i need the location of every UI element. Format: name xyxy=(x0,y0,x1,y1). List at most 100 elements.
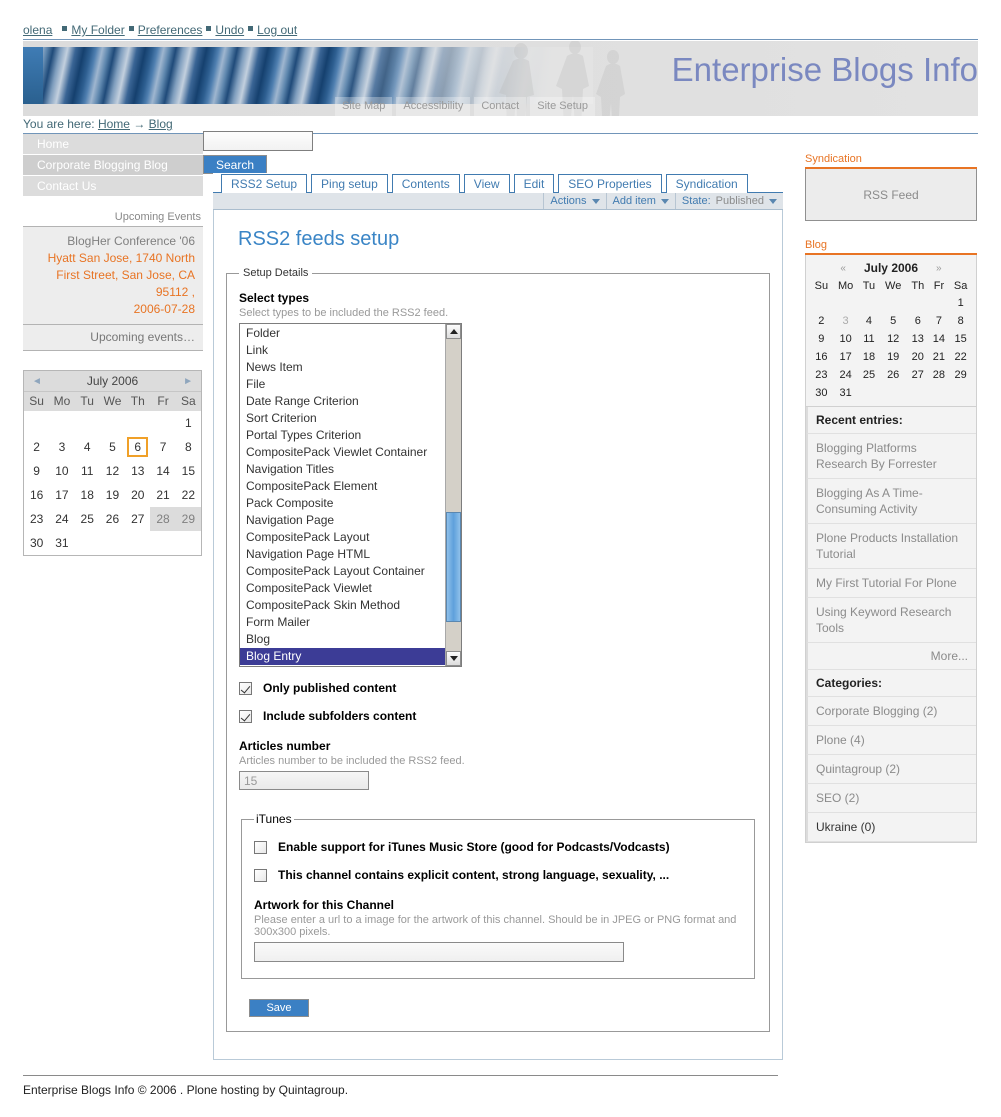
tab-ping-setup[interactable]: Ping setup xyxy=(311,174,388,193)
list-item[interactable]: Folder xyxy=(240,325,461,342)
calendar-day[interactable]: 16 xyxy=(810,348,833,366)
calendar-day[interactable]: 12 xyxy=(100,459,125,483)
calendar-day[interactable]: 10 xyxy=(833,330,859,348)
scrollbar-thumb[interactable] xyxy=(446,512,461,622)
list-item[interactable]: CompositePack Skin Method xyxy=(240,597,461,614)
calendar-day[interactable]: 12 xyxy=(879,330,907,348)
itunes-explicit-checkbox[interactable] xyxy=(254,868,267,882)
list-item[interactable]: Navigation Titles xyxy=(240,461,461,478)
tab-view[interactable]: View xyxy=(463,174,510,193)
calendar-day[interactable]: 24 xyxy=(833,366,859,384)
calendar-day[interactable]: 1 xyxy=(949,294,972,312)
calendar-day[interactable]: 18 xyxy=(858,348,879,366)
calendar-day[interactable]: 4 xyxy=(75,435,100,459)
calendar-day[interactable]: 20 xyxy=(907,348,929,366)
include-subfolders-row[interactable]: Include subfolders content xyxy=(239,709,757,723)
blog-calendar-next-icon[interactable]: » xyxy=(936,263,942,274)
list-item[interactable]: Link xyxy=(240,342,461,359)
recent-entries-more-link[interactable]: More... xyxy=(806,643,976,670)
calendar-day[interactable]: 9 xyxy=(24,459,49,483)
calendar-day[interactable]: 29 xyxy=(175,507,201,531)
calendar-day[interactable]: 4 xyxy=(858,312,879,330)
calendar-day[interactable]: 8 xyxy=(949,312,972,330)
calendar-day[interactable]: 15 xyxy=(176,459,201,483)
calendar-day[interactable]: 25 xyxy=(858,366,879,384)
calendar-day[interactable]: 18 xyxy=(75,483,100,507)
calendar-day[interactable]: 30 xyxy=(24,531,49,555)
category-link[interactable]: Plone (4) xyxy=(806,726,976,755)
personalbar-user-link[interactable]: olena xyxy=(23,23,52,37)
listbox-scrollbar[interactable] xyxy=(445,324,461,666)
calendar-day[interactable]: 17 xyxy=(833,348,859,366)
itunes-enable-checkbox[interactable] xyxy=(254,840,267,854)
itunes-explicit-row[interactable]: This channel contains explicit content, … xyxy=(254,868,742,882)
calendar-day[interactable]: 11 xyxy=(858,330,879,348)
calendar-day[interactable]: 19 xyxy=(879,348,907,366)
calendar-day[interactable]: 23 xyxy=(24,507,49,531)
calendar-day[interactable]: 5 xyxy=(879,312,907,330)
calendar-day[interactable]: 31 xyxy=(49,531,74,555)
calendar-day[interactable]: 20 xyxy=(125,483,150,507)
save-button[interactable]: Save xyxy=(249,999,309,1017)
calendar-day[interactable]: 26 xyxy=(879,366,907,384)
list-item[interactable]: CompositePack Viewlet xyxy=(240,580,461,597)
only-published-row[interactable]: Only published content xyxy=(239,681,757,695)
search-input[interactable] xyxy=(203,131,313,151)
list-item[interactable]: Pack Composite xyxy=(240,495,461,512)
tab-contents[interactable]: Contents xyxy=(391,174,460,193)
calendar-day[interactable]: 28 xyxy=(929,366,950,384)
calendar-day[interactable]: 21 xyxy=(929,348,950,366)
scroll-up-icon[interactable] xyxy=(446,324,461,339)
list-item[interactable]: Blog xyxy=(240,631,461,648)
calendar-day[interactable]: 13 xyxy=(125,459,150,483)
list-item[interactable]: News Item xyxy=(240,359,461,376)
list-item[interactable]: CompositePack Layout xyxy=(240,529,461,546)
calendar-day[interactable]: 22 xyxy=(949,348,972,366)
list-item[interactable]: CompositePack Element xyxy=(240,478,461,495)
calendar-day[interactable]: 25 xyxy=(75,507,100,531)
personalbar-link-undo[interactable]: Undo xyxy=(215,23,244,37)
tab-syndication[interactable]: Syndication xyxy=(665,174,748,193)
sidebar-item-contact-us[interactable]: Contact Us xyxy=(23,176,203,197)
sidebar-item-home[interactable]: Home xyxy=(23,134,203,155)
sidebar-item-corporate-blogging-blog[interactable]: Corporate Blogging Blog xyxy=(23,155,203,176)
calendar-day[interactable]: 28 xyxy=(150,507,176,531)
calendar-day[interactable]: 8 xyxy=(176,435,201,459)
personalbar-link-preferences[interactable]: Preferences xyxy=(138,23,203,37)
calendar-day[interactable]: 6 xyxy=(125,435,150,459)
artwork-url-input[interactable] xyxy=(254,942,624,962)
personalbar-link-log-out[interactable]: Log out xyxy=(257,23,297,37)
calendar-prev-month-icon[interactable]: ◄ xyxy=(32,376,42,387)
itunes-enable-row[interactable]: Enable support for iTunes Music Store (g… xyxy=(254,840,742,854)
category-link[interactable]: Quintagroup (2) xyxy=(806,755,976,784)
list-item[interactable]: File xyxy=(240,376,461,393)
calendar-day[interactable]: 7 xyxy=(150,435,175,459)
calendar-day[interactable]: 2 xyxy=(810,312,833,330)
include-subfolders-checkbox[interactable] xyxy=(239,709,252,723)
calendar-day[interactable]: 2 xyxy=(24,435,49,459)
add-item-menu[interactable]: Add item xyxy=(605,193,675,209)
section-nav-site-map[interactable]: Site Map xyxy=(335,97,393,116)
calendar-day[interactable]: 11 xyxy=(75,459,100,483)
calendar-day[interactable]: 6 xyxy=(907,312,929,330)
category-link[interactable]: Ukraine (0) xyxy=(806,813,976,842)
calendar-day[interactable]: 24 xyxy=(49,507,74,531)
calendar-day[interactable]: 10 xyxy=(49,459,74,483)
breadcrumb-current[interactable]: Blog xyxy=(149,117,173,131)
calendar-day[interactable]: 5 xyxy=(100,435,125,459)
section-nav-site-setup[interactable]: Site Setup xyxy=(530,97,596,116)
tab-edit[interactable]: Edit xyxy=(513,174,555,193)
actions-menu[interactable]: Actions xyxy=(543,193,605,209)
personalbar-link-my-folder[interactable]: My Folder xyxy=(71,23,124,37)
calendar-day[interactable]: 15 xyxy=(949,330,972,348)
calendar-day[interactable]: 27 xyxy=(907,366,929,384)
section-nav-contact[interactable]: Contact xyxy=(474,97,527,116)
recent-entry-link[interactable]: Plone Products Installation Tutorial xyxy=(806,524,976,569)
calendar-day[interactable]: 29 xyxy=(949,366,972,384)
calendar-day[interactable]: 26 xyxy=(100,507,125,531)
calendar-day[interactable]: 9 xyxy=(810,330,833,348)
calendar-day[interactable]: 14 xyxy=(929,330,950,348)
calendar-day[interactable]: 13 xyxy=(907,330,929,348)
recent-entry-link[interactable]: Blogging Platforms Research By Forrester xyxy=(806,434,976,479)
recent-entry-link[interactable]: My First Tutorial For Plone xyxy=(806,569,976,598)
